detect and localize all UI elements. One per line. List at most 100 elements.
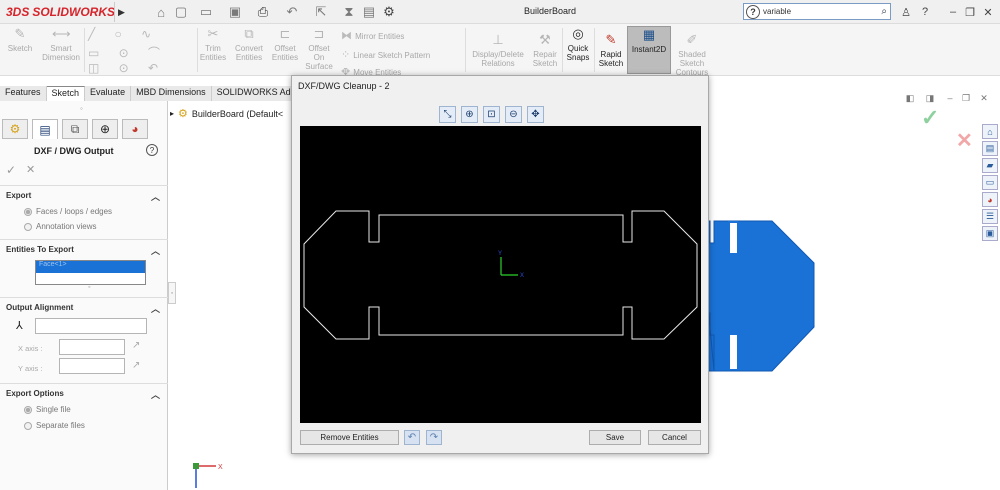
mirror-entities-button[interactable]: ⧓ Mirror Entities: [341, 31, 451, 42]
view-next-icon[interactable]: ◨: [924, 92, 936, 104]
tab-mbd-dimensions[interactable]: MBD Dimensions: [131, 86, 212, 101]
redo-icon[interactable]: ↷: [426, 430, 442, 445]
cancel-x-icon[interactable]: ✕: [956, 128, 973, 153]
reverse-direction-icon[interactable]: ↗: [132, 340, 140, 351]
entities-section-header[interactable]: Entities To Export ︿: [0, 239, 168, 256]
radio-separate-files[interactable]: Separate files: [24, 421, 85, 430]
minimize-view-icon[interactable]: –: [944, 92, 956, 104]
dimxpert-tab-icon[interactable]: ⊕: [92, 119, 118, 139]
configuration-manager-tab-icon[interactable]: ⧉: [62, 119, 88, 139]
rebuild-icon[interactable]: ⧗: [340, 3, 358, 21]
rapid-sketch-button[interactable]: ✎ Rapid Sketch: [596, 32, 626, 68]
options-icon[interactable]: ⚙: [380, 3, 398, 21]
search-icon[interactable]: ⌕: [881, 6, 887, 17]
radio-faces-loops-edges[interactable]: Faces / loops / edges: [24, 207, 112, 216]
smart-dimension-button[interactable]: ⟷ Smart Dimension: [38, 26, 84, 62]
solidworks-logo: 3DS SOLIDWORKS: [6, 4, 115, 20]
linear-pattern-button[interactable]: ⁘ Linear Sketch Pattern: [341, 50, 461, 61]
ok-check-icon[interactable]: ✓: [6, 163, 16, 177]
zoom-out-icon[interactable]: ⊖: [505, 106, 522, 123]
chevron-up-icon: ︿: [150, 390, 160, 400]
relations-icon: ⊥: [492, 32, 504, 47]
preview-canvas[interactable]: X Y: [300, 126, 701, 423]
trim-entities-button[interactable]: ✂ Trim Entities: [199, 26, 227, 62]
x-axis-field[interactable]: [59, 339, 125, 355]
restore-icon[interactable]: ❐: [962, 3, 978, 21]
instant2d-button[interactable]: ▦ Instant2D: [627, 26, 671, 74]
part-model[interactable]: [700, 215, 820, 375]
help-icon[interactable]: ?: [917, 3, 933, 21]
line-tools[interactable]: ╱ ○ ∿: [88, 27, 159, 41]
slot-tools[interactable]: ◫ ⊙ ↶: [88, 61, 166, 75]
save-button[interactable]: Save: [589, 430, 641, 445]
tab-sketch[interactable]: Sketch: [46, 86, 86, 101]
reverse-direction-icon[interactable]: ↗: [132, 360, 140, 371]
file-properties-icon[interactable]: ▤: [360, 3, 378, 21]
resize-handle-icon[interactable]: ◦: [88, 284, 90, 291]
zoom-area-icon[interactable]: ⊡: [483, 106, 500, 123]
view-previous-icon[interactable]: ◧: [904, 92, 916, 104]
save-icon[interactable]: ▣: [226, 3, 244, 21]
tab-features[interactable]: Features: [0, 86, 47, 101]
display-manager-tab-icon[interactable]: ◕: [122, 119, 148, 139]
offset-on-surface-button[interactable]: ⊐ Offset On Surface: [303, 26, 335, 71]
entities-list[interactable]: Face<1>: [35, 260, 146, 285]
select-icon[interactable]: ⇱: [312, 3, 330, 21]
menu-expand-icon[interactable]: ▶: [114, 2, 128, 22]
expand-arrow-icon[interactable]: ▸: [170, 109, 174, 118]
user-icon[interactable]: ♙: [898, 3, 914, 21]
cancel-button[interactable]: Cancel: [648, 430, 701, 445]
offset-entities-button[interactable]: ⊏ Offset Entities: [269, 26, 301, 62]
custom-properties-icon[interactable]: ☰: [982, 209, 998, 224]
radio-single-file[interactable]: Single file: [24, 405, 71, 414]
repair-sketch-button[interactable]: ⚒ Repair Sketch: [530, 32, 560, 68]
feature-manager-tab-icon[interactable]: ⚙: [2, 119, 28, 139]
search-box[interactable]: ? ⌕: [743, 3, 891, 20]
radio-annotation-views[interactable]: Annotation views: [24, 222, 96, 231]
home-icon[interactable]: ⌂: [982, 124, 998, 139]
tab-evaluate[interactable]: Evaluate: [85, 86, 132, 101]
property-manager-tab-icon[interactable]: ▤: [32, 119, 58, 139]
feature-tree-flyout[interactable]: ▸ ⚙ BuilderBoard (Default<: [170, 107, 283, 120]
help-icon[interactable]: ?: [146, 144, 158, 156]
logo-prefix: 3DS: [6, 5, 30, 19]
origin-field[interactable]: [35, 318, 147, 334]
y-axis-field[interactable]: [59, 358, 125, 374]
file-explorer-icon[interactable]: ▭: [982, 175, 998, 190]
cancel-x-icon[interactable]: ✕: [26, 163, 35, 176]
entities-list-item[interactable]: Face<1>: [36, 261, 145, 273]
quick-snaps-button[interactable]: ◎ Quick Snaps: [564, 26, 592, 62]
resources-icon[interactable]: ▤: [982, 141, 998, 156]
shaded-sketch-contours-button[interactable]: ✐ Shaded Sketch Contours: [675, 32, 709, 77]
close-icon[interactable]: ✕: [980, 3, 996, 21]
panel-collapse-icon[interactable]: ◦: [80, 104, 83, 113]
new-document-icon[interactable]: ▢: [172, 3, 190, 21]
convert-entities-button[interactable]: ⧉ Convert Entities: [231, 26, 267, 62]
radio-icon: [24, 207, 32, 216]
close-view-icon[interactable]: ✕: [978, 92, 990, 104]
export-section-header[interactable]: Export ︿: [0, 185, 168, 202]
panel-splitter-handle[interactable]: ◦: [168, 282, 176, 304]
zoom-in-icon[interactable]: ⊕: [461, 106, 478, 123]
pan-icon[interactable]: ✥: [527, 106, 544, 123]
display-delete-relations-button[interactable]: ⊥ Display/Delete Relations: [469, 32, 527, 68]
design-library-icon[interactable]: ▰: [982, 158, 998, 173]
export-options-section-header[interactable]: Export Options ︿: [0, 383, 168, 400]
rect-tools[interactable]: ▭ ⊙ ⌒: [88, 44, 168, 61]
undo-icon[interactable]: ↶: [404, 430, 420, 445]
confirm-check-icon[interactable]: ✓: [921, 105, 939, 131]
print-icon[interactable]: ⎙: [254, 3, 272, 21]
restore-view-icon[interactable]: ❐: [960, 92, 972, 104]
remove-entities-button[interactable]: Remove Entities: [300, 430, 399, 445]
forum-icon[interactable]: ▣: [982, 226, 998, 241]
minimize-icon[interactable]: –: [945, 3, 961, 21]
sketch-button[interactable]: ✎ Sketch: [4, 26, 36, 53]
task-pane: ⌂ ▤ ▰ ▭ ◕ ☰ ▣: [982, 124, 1000, 244]
search-input[interactable]: [763, 7, 863, 16]
alignment-section-header[interactable]: Output Alignment ︿: [0, 297, 168, 314]
open-icon[interactable]: ▭: [197, 3, 215, 21]
undo-icon[interactable]: ↶: [283, 3, 301, 21]
zoom-fit-icon[interactable]: ⤡: [439, 106, 456, 123]
appearances-icon[interactable]: ◕: [982, 192, 998, 207]
home-icon[interactable]: ⌂: [152, 3, 170, 21]
